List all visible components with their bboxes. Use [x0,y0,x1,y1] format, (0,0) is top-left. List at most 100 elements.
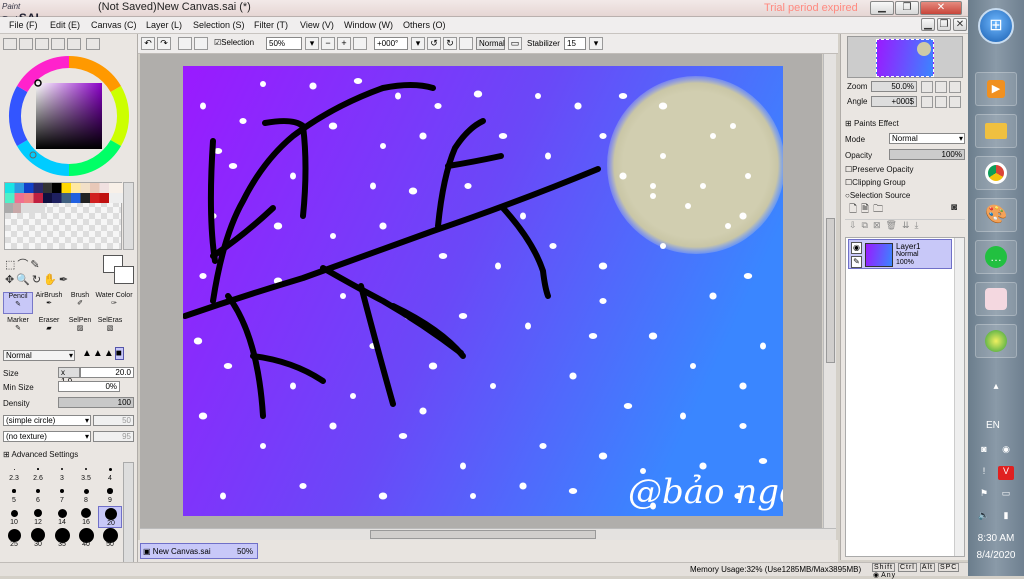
zoom-icon[interactable]: 🔍 [16,274,32,286]
document-tab[interactable]: ▣ New Canvas.sai 50% [140,543,258,559]
density-slider[interactable]: 100 [58,397,134,408]
advanced-settings-toggle[interactable]: ⊞ Advanced Settings [3,450,78,459]
monitor-tray-icon[interactable]: ▭ [998,488,1014,502]
menu-window[interactable]: Window (W) [344,20,393,30]
flag-tray-icon[interactable]: ⚑ [976,488,992,502]
layer-mode-select[interactable]: Normal ▾ [889,133,965,144]
brush-size-preset[interactable]: 30 [26,528,50,550]
horizontal-scroll-thumb[interactable] [370,530,596,539]
vivaldi-tray-icon[interactable]: V [998,466,1014,480]
swatch-mode-button[interactable] [51,38,65,50]
tool-seleras[interactable]: SelEras ▧ [95,317,125,339]
brush-size-preset[interactable]: 12 [26,506,50,528]
vertical-scrollbar[interactable] [823,54,836,528]
taskbar-app-explorer[interactable] [975,114,1017,148]
nav-zoom-field[interactable]: 50.0% [871,81,917,92]
brush-size-preset[interactable]: 4 [98,462,122,484]
selection-source-check[interactable]: ○Selection Source [845,191,910,200]
nav-zoom-out-button[interactable] [921,81,933,93]
rotation-dropdown-button[interactable]: ▾ [411,37,425,50]
scratchpad-mode-button[interactable] [67,38,81,50]
color-wheel-mode-button[interactable] [3,38,17,50]
taskbar-app-chat[interactable]: … [975,240,1017,274]
stabilizer-field[interactable]: 15 [564,37,586,50]
tool-eraser[interactable]: Eraser ▰ [34,317,64,339]
nav-zoom-reset-button[interactable] [949,81,961,93]
lasso-icon[interactable]: ⌒ [17,259,30,271]
brush-size-preset[interactable]: 35 [50,527,74,550]
menu-canvas[interactable]: Canvas (C) [91,20,137,30]
tool-brush[interactable]: Brush ✐ [65,292,95,314]
minimize-button[interactable]: ▁ [870,1,894,15]
zoom-dropdown-button[interactable]: ▾ [305,37,319,50]
zoom-reset-button[interactable] [353,37,367,50]
brush-size-preset[interactable]: 16 [74,506,98,528]
flip-button[interactable]: ▭ [508,37,522,50]
taskbar-app-chrome[interactable] [975,156,1017,190]
drawing-canvas[interactable]: @bảo ngọc [183,66,783,516]
menu-view[interactable]: View (V) [300,20,334,30]
preserve-opacity-check[interactable]: ☐Preserve Opacity [845,165,914,174]
brush-shape-value[interactable]: 50 [93,415,134,426]
new-layer-icon[interactable]: 🗋 [849,204,861,215]
swatch-scrollbar[interactable] [123,182,134,250]
hand-icon[interactable]: ✋ [43,274,59,286]
rotate-icon[interactable]: ↻ [32,274,43,286]
menu-layer[interactable]: Layer (L) [146,20,182,30]
nav-rotate-reset-button[interactable] [949,96,961,108]
nav-rotate-right-button[interactable] [935,96,947,108]
tray-expand-icon[interactable]: ▴ [986,381,1006,393]
brush-edge-shapes[interactable]: ▲▲▲■ [82,347,124,360]
signal-tray-icon[interactable]: ▮ [998,510,1014,524]
taskbar-app-other[interactable] [975,324,1017,358]
visibility-eye-icon[interactable]: ◉ [851,242,862,254]
rotate-left-button[interactable]: ↺ [427,37,441,50]
copy-layer-icon[interactable]: ⧉ [862,220,873,230]
taskbar-app-painttool[interactable]: 🎨 [975,198,1017,232]
brush-size-preset[interactable]: 2.6 [26,462,50,484]
zoom-in-button[interactable]: + [337,37,351,50]
zoom-field[interactable]: 50% [266,37,302,50]
brush-size-preset[interactable]: 50 [98,527,122,550]
brush-size-preset[interactable]: 5 [2,484,26,506]
tool-marker[interactable]: Marker ✎ [3,317,33,339]
taskbar-app-media[interactable]: ▶ [975,72,1017,106]
zoom-out-button[interactable]: − [321,37,335,50]
clock-time[interactable]: 8:30 AM [968,533,1024,544]
deselect-button[interactable] [178,37,192,50]
layer-brush-icon[interactable]: ✎ [851,256,862,268]
clipping-group-check[interactable]: ☐Clipping Group [845,178,906,187]
layer-list-scrollbar[interactable] [954,238,964,556]
horizontal-scrollbar[interactable] [140,528,836,540]
stabilizer-dropdown-button[interactable]: ▾ [589,37,603,50]
rgb-slider-mode-button[interactable] [19,38,33,50]
brush-size-preset[interactable]: 7 [50,484,74,506]
menu-selection[interactable]: Selection (S) [193,20,245,30]
tool-selpen[interactable]: SelPen ▨ [65,317,95,339]
maximize-button[interactable]: ❐ [895,1,919,15]
size-multiplier[interactable]: x 1.0 [58,367,80,386]
brush-size-preset[interactable]: 6 [26,484,50,506]
brush-size-preset[interactable]: 2.3 [2,462,26,484]
min-size-field[interactable]: 0% [58,381,120,392]
color-panel-extra-button[interactable] [86,38,100,50]
secondary-color-swatch[interactable] [114,266,134,284]
brush-texture-value[interactable]: 95 [93,431,134,442]
taskbar-app-game[interactable] [975,282,1017,316]
rect-select-icon[interactable]: ⬚ [5,259,17,271]
eyedropper-icon[interactable]: ✒ [59,274,70,286]
brush-size-preset[interactable]: 9 [98,484,122,506]
merge-icon[interactable]: ⇩ [849,220,862,230]
network-tray-icon[interactable]: ◉ [998,444,1014,458]
brush-size-preset[interactable]: 25 [2,528,26,550]
merge-all-icon[interactable]: ⤓ [915,220,924,230]
nav-angle-field[interactable]: +000$ [871,96,917,107]
blend-mode-field[interactable]: Normal [476,37,505,50]
hsv-slider-mode-button[interactable] [35,38,49,50]
menu-others[interactable]: Others (O) [403,20,446,30]
brush-shape-select[interactable]: (simple circle) ▾ [3,415,91,426]
doc-minimize-button[interactable]: ▁ [921,18,935,31]
invert-selection-button[interactable] [194,37,208,50]
swatch-palette[interactable] [4,182,123,250]
vertical-scroll-thumb[interactable] [826,218,835,363]
